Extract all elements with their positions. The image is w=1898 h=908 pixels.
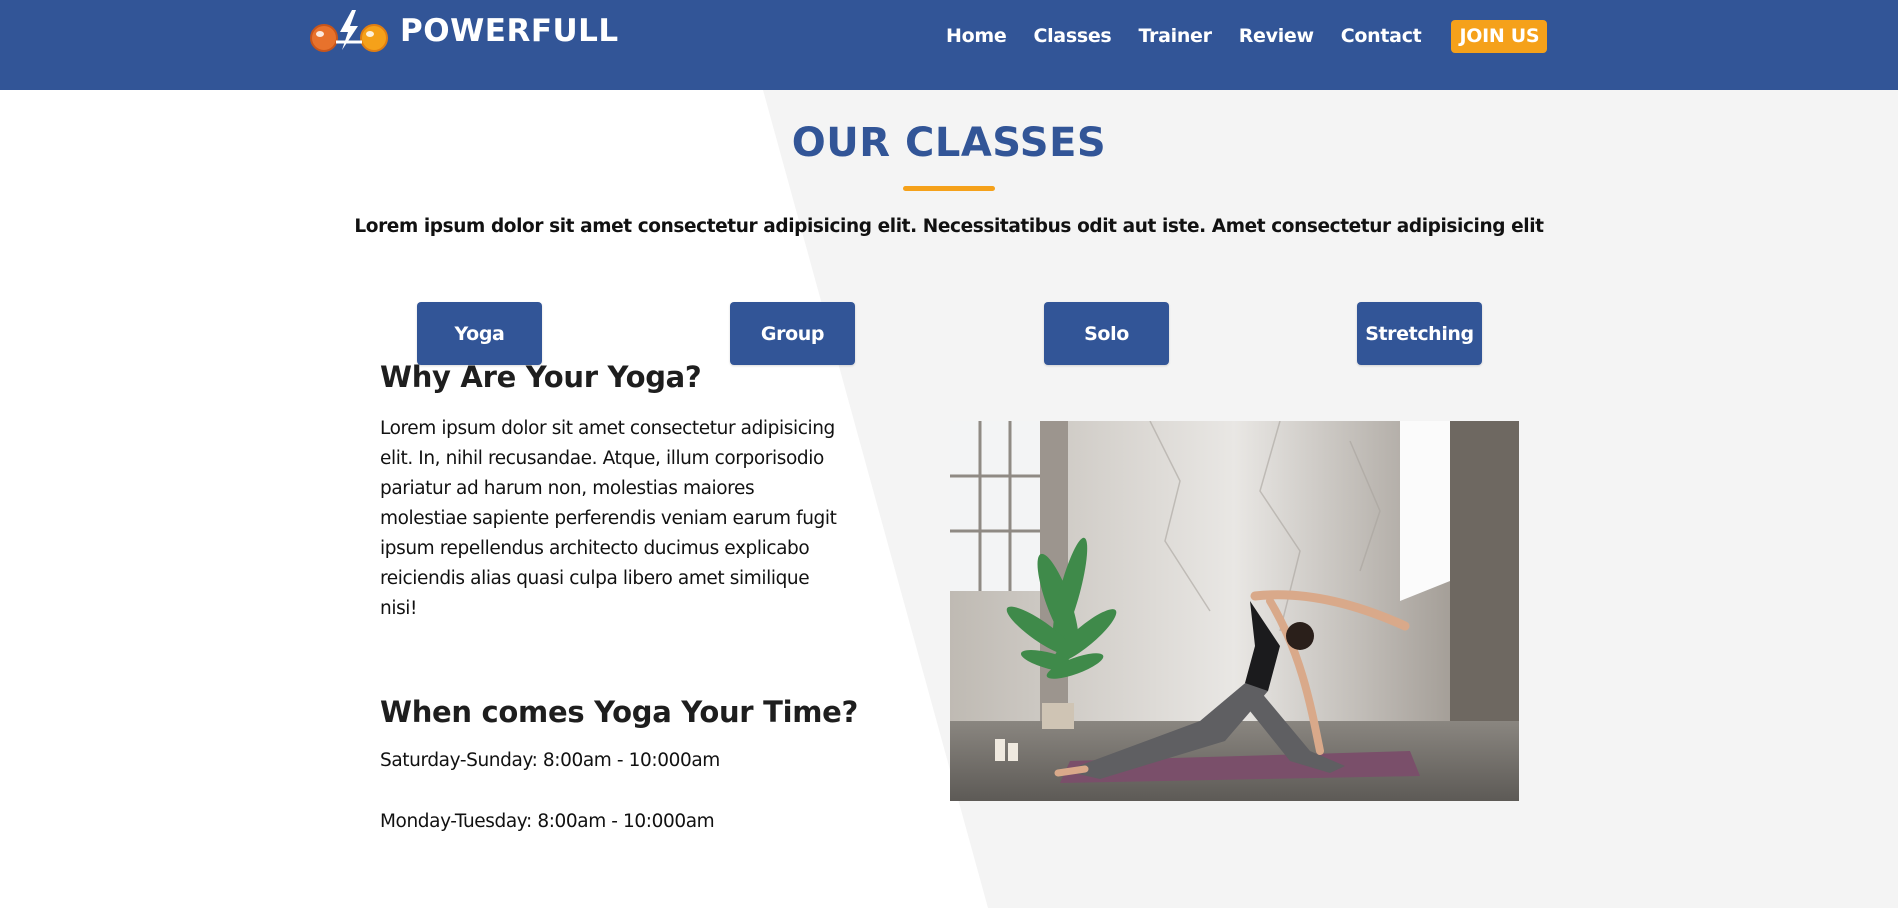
- brand-name: POWERFULL: [400, 13, 619, 49]
- brand-logo[interactable]: POWERFULL: [308, 8, 619, 54]
- nav-review[interactable]: Review: [1239, 18, 1314, 54]
- join-us-button[interactable]: JOIN US: [1451, 19, 1548, 53]
- title-underline: [903, 186, 995, 191]
- section-title: OUR CLASSES: [791, 120, 1107, 166]
- when-yoga-heading: When comes Yoga Your Time?: [380, 695, 859, 729]
- nav-classes[interactable]: Classes: [1033, 18, 1111, 54]
- class-button-solo[interactable]: Solo: [1044, 302, 1169, 365]
- class-button-group[interactable]: Group: [730, 302, 855, 365]
- site-header: POWERFULL Home Classes Trainer Review Co…: [0, 0, 1898, 90]
- why-yoga-text: Lorem ipsum dolor sit amet consectetur a…: [380, 418, 837, 619]
- why-yoga-heading: Why Are Your Yoga?: [380, 360, 702, 394]
- yoga-photo: [950, 421, 1519, 801]
- classes-section: OUR CLASSES Lorem ipsum dolor sit amet c…: [0, 90, 1898, 908]
- schedule-line: Saturday-Sunday: 8:00am - 10:000am: [380, 750, 720, 771]
- section-intro: Lorem ipsum dolor sit amet consectetur a…: [354, 216, 1544, 237]
- nav-contact[interactable]: Contact: [1341, 18, 1422, 54]
- dumbbell-bolt-icon: [308, 8, 394, 54]
- class-button-stretching[interactable]: Stretching: [1357, 302, 1482, 365]
- main-nav: Home Classes Trainer Review Contact JOIN…: [946, 18, 1548, 54]
- nav-trainer[interactable]: Trainer: [1138, 18, 1212, 54]
- nav-home[interactable]: Home: [946, 18, 1007, 54]
- class-button-yoga[interactable]: Yoga: [417, 302, 542, 365]
- schedule-line: Monday-Tuesday: 8:00am - 10:000am: [380, 811, 715, 832]
